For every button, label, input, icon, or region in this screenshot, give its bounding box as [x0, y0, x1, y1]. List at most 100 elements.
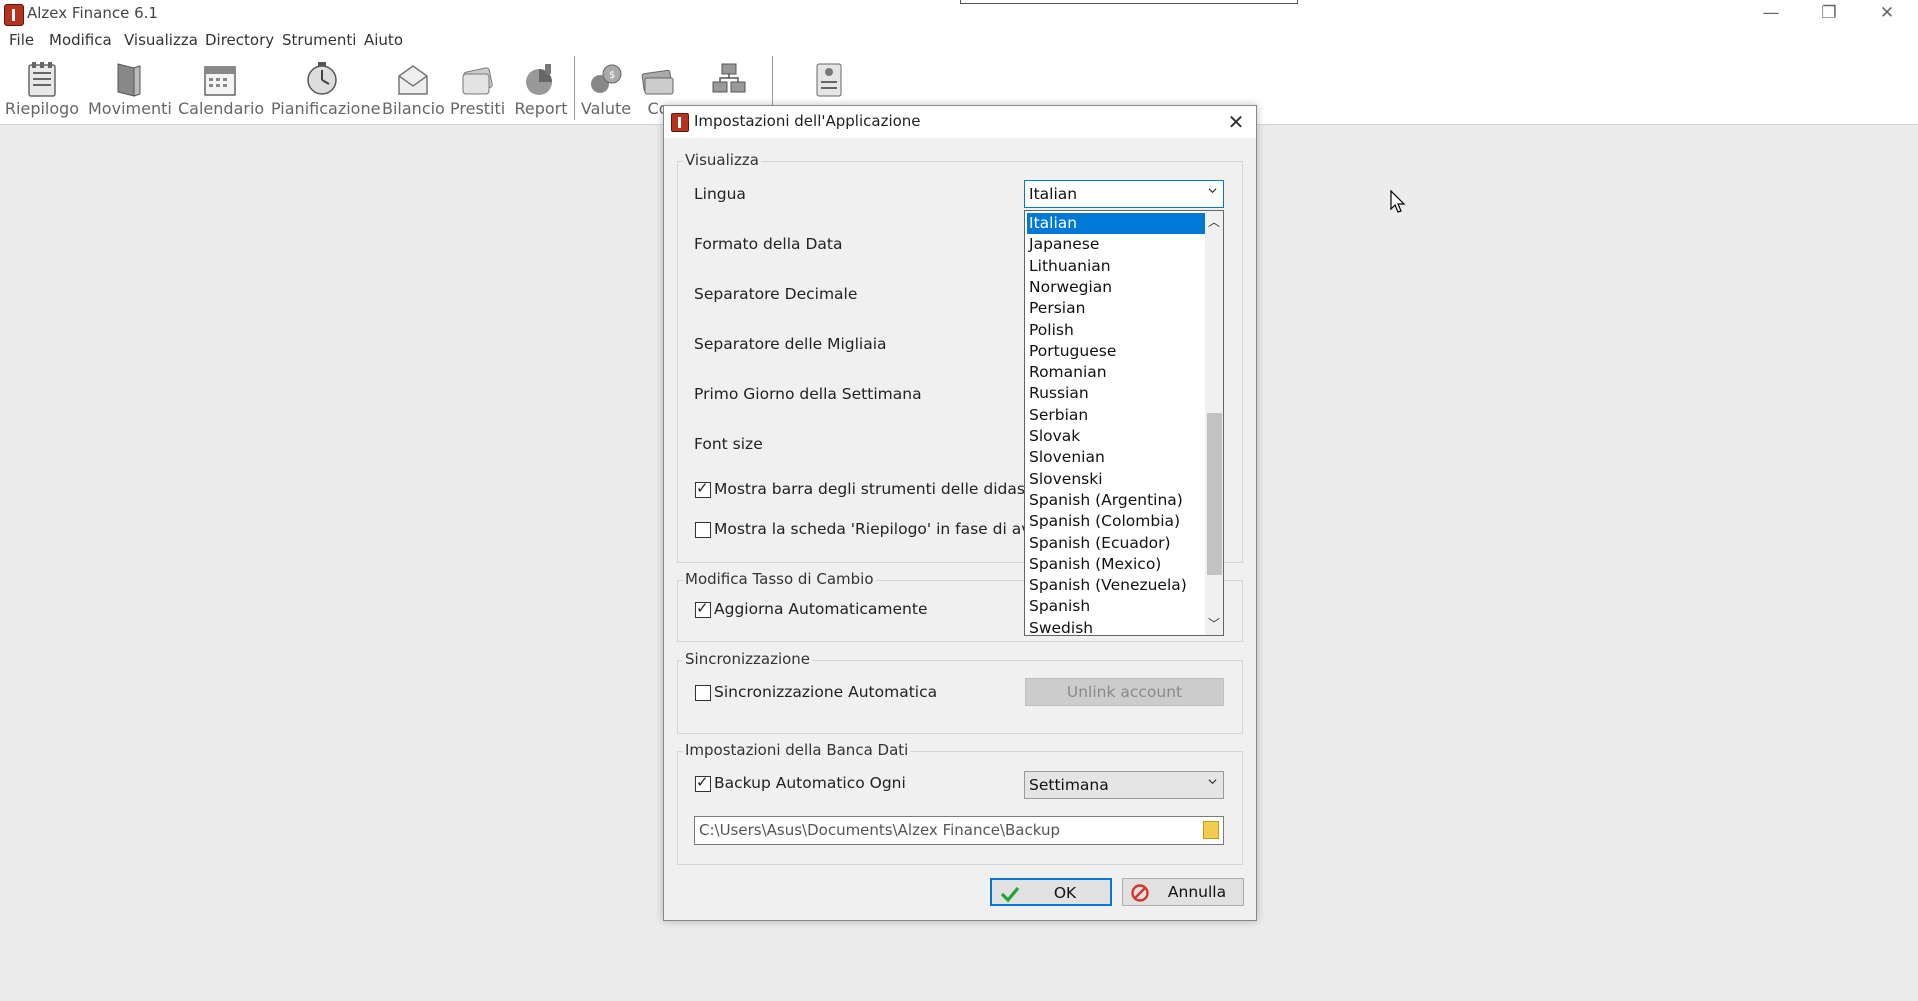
backup-label: Backup Automatico Ogni [714, 774, 906, 792]
toolbar-label: Pianificazione [271, 99, 381, 118]
language-option[interactable]: Spanish (Ecuador) [1027, 533, 1206, 554]
backup-checkbox[interactable] [695, 773, 711, 792]
menu-bar: File Modifica Visualizza Directory Strum… [0, 28, 1918, 54]
svg-text:$: $ [609, 70, 615, 81]
toolbar-calendario-button[interactable]: Calendario [178, 58, 265, 120]
toolbar-separator [574, 56, 575, 120]
dialog-app-icon [671, 113, 689, 132]
language-option[interactable]: Spanish (Venezuela) [1027, 575, 1206, 596]
report-icon [526, 64, 552, 95]
separatore-migliaia-label: Separatore delle Migliaia [694, 335, 887, 353]
mouse-cursor-icon [1390, 190, 1406, 213]
settings-icon [816, 63, 842, 97]
language-option[interactable]: Slovak [1027, 426, 1206, 447]
lingua-select-value: Italian [1029, 185, 1078, 203]
lingua-select[interactable]: Italian [1024, 180, 1224, 208]
language-option[interactable]: Norwegian [1027, 277, 1206, 298]
font-size-label: Font size [694, 435, 763, 453]
toolbar-prestiti-button[interactable]: Prestiti [450, 58, 506, 120]
menu-directory[interactable]: Directory [205, 31, 274, 49]
planning-icon [307, 62, 337, 95]
language-option[interactable]: Russian [1027, 383, 1206, 404]
menu-modifica[interactable]: Modifica [49, 31, 112, 49]
dropdown-scrollbar[interactable]: ︿ ﹀ [1205, 211, 1223, 635]
language-option[interactable]: Persian [1027, 298, 1206, 319]
aggiorna-checkbox[interactable] [695, 599, 711, 618]
ok-button-label: OK [1053, 884, 1077, 902]
restore-button[interactable]: ❐ [1800, 0, 1858, 28]
language-option[interactable]: Serbian [1027, 405, 1206, 426]
language-option[interactable]: Portuguese [1027, 341, 1206, 362]
sync-group-title: Sincronizzazione [683, 650, 813, 668]
language-option[interactable]: Spanish (Colombia) [1027, 511, 1206, 532]
backup-frequency-value: Settimana [1029, 776, 1109, 794]
toolbar-label: Calendario [178, 99, 265, 118]
separatore-decimale-label: Separatore Decimale [694, 285, 858, 303]
sync-auto-checkbox[interactable] [695, 685, 711, 701]
accounts-icon [641, 69, 674, 95]
mostra-barra-checkbox[interactable] [695, 479, 711, 498]
tasso-group-title: Modifica Tasso di Cambio [683, 570, 876, 588]
toolbar-movimenti-button[interactable]: Movimenti [88, 58, 172, 120]
ok-button[interactable]: OK [990, 878, 1112, 906]
currencies-icon: $ [591, 64, 622, 93]
language-option[interactable]: Spanish (Argentina) [1027, 490, 1206, 511]
close-window-button[interactable]: ✕ [1858, 0, 1916, 28]
calendar-icon [204, 66, 236, 96]
toolbar-label: Report [514, 99, 568, 118]
formato-data-label: Formato della Data [694, 235, 843, 253]
cancel-button[interactable]: Annulla [1122, 878, 1244, 906]
toolbar-label: Prestiti [450, 99, 506, 118]
mostra-scheda-label: Mostra la scheda 'Riepilogo' in fase di … [714, 520, 1040, 538]
language-option[interactable]: Spanish (Mexico) [1027, 554, 1206, 575]
window-title: Alzex Finance 6.1 [27, 4, 158, 22]
sync-auto-label: Sincronizzazione Automatica [714, 683, 938, 701]
toolbar-bilancio-button[interactable]: Bilancio [382, 58, 445, 120]
menu-visualizza[interactable]: Visualizza [124, 31, 198, 49]
title-bar: Alzex Finance 6.1 — ❐ ✕ [0, 0, 1918, 28]
cancel-button-label: Annulla [1167, 883, 1227, 901]
backup-frequency-select[interactable]: Settimana [1024, 771, 1224, 799]
language-option[interactable]: Italian [1027, 213, 1206, 234]
language-option[interactable]: Swedish [1027, 618, 1206, 635]
language-option[interactable]: Spanish [1027, 596, 1206, 617]
language-dropdown-list[interactable]: Italian Japanese Lithuanian Norwegian Persia… [1024, 210, 1224, 636]
banca-dati-group [677, 751, 1243, 865]
menu-file[interactable]: File [9, 31, 34, 49]
language-option[interactable]: Slovenski [1027, 469, 1206, 490]
toolbar-label: Movimenti [88, 99, 172, 118]
aggiorna-label: Aggiorna Automaticamente [714, 600, 928, 618]
toolbar-label: Bilancio [382, 99, 445, 118]
backup-path-value: C:\Users\Asus\Documents\Alzex Finance\Ba… [699, 821, 1061, 839]
menu-aiuto[interactable]: Aiuto [364, 31, 403, 49]
chevron-down-icon [1208, 779, 1217, 785]
mostra-barra-label: Mostra barra degli strumenti delle didas… [714, 480, 1043, 498]
lingua-label: Lingua [694, 185, 746, 203]
language-option[interactable]: Romanian [1027, 362, 1206, 383]
toolbar-riepilogo-button[interactable]: Riepilogo [4, 58, 80, 120]
mostra-scheda-checkbox[interactable] [695, 522, 711, 538]
banca-dati-group-title: Impostazioni della Banca Dati [683, 741, 911, 759]
language-option[interactable]: Polish [1027, 320, 1206, 341]
folder-browse-icon[interactable] [1203, 821, 1219, 839]
language-option[interactable]: Slovenian [1027, 447, 1206, 468]
transactions-icon [117, 63, 141, 97]
dialog-title: Impostazioni dell'Applicazione [694, 112, 921, 130]
minimize-button[interactable]: — [1742, 0, 1800, 28]
scrollbar-thumb[interactable] [1207, 413, 1222, 575]
unlink-account-button[interactable]: Unlink account [1025, 678, 1224, 706]
scroll-down-icon[interactable]: ﹀ [1205, 615, 1223, 631]
visualizza-group-title: Visualizza [683, 151, 761, 169]
dialog-close-button[interactable]: ✕ [1220, 108, 1252, 136]
toolbar-valute-button[interactable]: $ Valute [580, 58, 632, 120]
toolbar-pianificazione-button[interactable]: Pianificazione [271, 58, 381, 120]
language-option[interactable]: Japanese [1027, 234, 1206, 255]
taskbar-thumbnail [960, 0, 1298, 4]
language-option[interactable]: Lithuanian [1027, 256, 1206, 277]
toolbar-report-button[interactable]: Report [510, 58, 572, 120]
menu-strumenti[interactable]: Strumenti [282, 31, 356, 49]
primo-giorno-label: Primo Giorno della Settimana [694, 385, 922, 403]
backup-path-field[interactable]: C:\Users\Asus\Documents\Alzex Finance\Ba… [694, 816, 1224, 845]
scroll-up-icon[interactable]: ︿ [1205, 213, 1223, 229]
budget-icon [398, 65, 428, 95]
